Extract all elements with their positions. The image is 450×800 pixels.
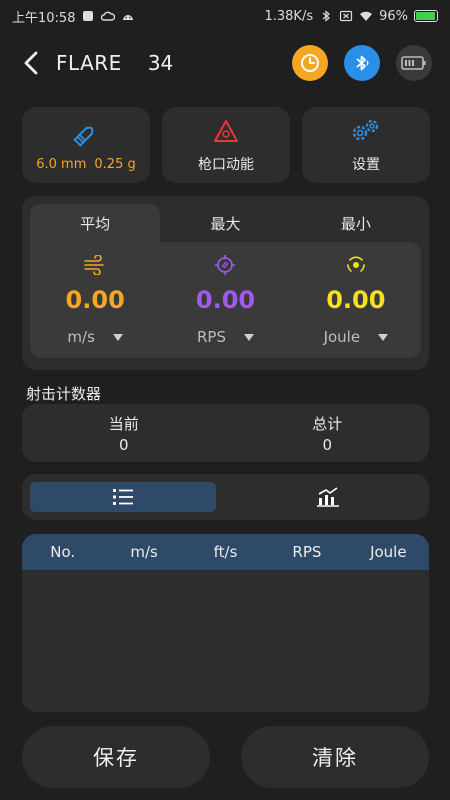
col-rps: RPS <box>292 543 322 561</box>
dropdown-arrow-icon <box>378 333 389 341</box>
app-header: FLARE 34 <box>0 32 450 94</box>
stat-energy: 0.00 Joule <box>291 242 421 358</box>
android-icon <box>123 15 134 20</box>
status-bar: 上午10:58 1.38K/s 96% <box>0 0 450 32</box>
list-icon <box>113 489 133 505</box>
weight-value: 0.25 g <box>94 156 136 172</box>
notification-icon <box>83 11 94 21</box>
velocity-value: 0.00 <box>65 286 125 314</box>
status-time: 上午10:58 <box>12 10 76 26</box>
spin-icon <box>215 255 236 275</box>
dropdown-arrow-icon <box>112 333 123 341</box>
rps-unit-select[interactable]: RPS <box>197 328 254 346</box>
impact-icon <box>347 256 365 272</box>
wifi-icon <box>360 11 373 21</box>
network-speed: 1.38K/s <box>264 8 314 24</box>
wind-icon <box>84 255 104 275</box>
table-header: No. m/s ft/s RPS Joule <box>22 534 429 570</box>
col-no: No. <box>50 543 76 561</box>
bluetooth-icon <box>356 55 369 71</box>
warning-icon <box>214 120 238 142</box>
stats-panel: 平均 最大 最小 0.00 m/s 0.00 RPS 0.00 Joule <box>22 196 429 370</box>
total-value: 0 <box>322 435 333 454</box>
col-fts: ft/s <box>213 543 238 561</box>
muzzle-energy-tile[interactable]: 枪口动能 <box>162 107 290 183</box>
bar-chart-icon <box>317 487 339 507</box>
stat-rps: 0.00 RPS <box>160 242 290 358</box>
velocity-unit-select[interactable]: m/s <box>67 328 123 346</box>
energy-unit-select[interactable]: Joule <box>324 328 389 346</box>
device-name: FLARE <box>56 51 122 75</box>
tab-average[interactable]: 平均 <box>30 204 161 242</box>
energy-value: 0.00 <box>326 286 386 314</box>
device-battery-button[interactable] <box>396 45 432 81</box>
caliber-value: 6.0 mm <box>36 156 87 172</box>
sim-icon <box>339 10 353 22</box>
settings-label: 设置 <box>352 157 380 173</box>
battery-status-icon <box>414 10 438 22</box>
bluetooth-status-icon <box>322 10 331 22</box>
rps-unit: RPS <box>196 328 226 346</box>
gear-icon <box>352 119 379 141</box>
back-icon[interactable] <box>18 50 44 76</box>
bullet-icon <box>73 126 94 147</box>
clock-icon <box>301 54 319 72</box>
current-value: 0 <box>118 435 129 454</box>
cloud-icon <box>101 11 116 21</box>
shot-counter-panel: 当前 0 总计 0 <box>22 404 429 462</box>
list-view-button[interactable] <box>30 482 216 512</box>
energy-unit: Joule <box>323 328 361 346</box>
dropdown-arrow-icon <box>243 333 254 341</box>
tab-min[interactable]: 最小 <box>291 204 421 242</box>
tab-max[interactable]: 最大 <box>160 204 290 242</box>
clear-button[interactable]: 清除 <box>241 726 429 788</box>
save-button[interactable]: 保存 <box>22 726 210 788</box>
battery-percent: 96% <box>379 8 408 24</box>
settings-tile[interactable]: 设置 <box>302 107 430 183</box>
stat-velocity: 0.00 m/s <box>30 242 160 358</box>
view-toggle <box>22 474 429 520</box>
muzzle-energy-label: 枪口动能 <box>198 157 254 173</box>
col-ms: m/s <box>130 543 158 561</box>
battery-icon <box>401 56 426 70</box>
total-label: 总计 <box>312 414 343 433</box>
projectile-tile[interactable]: 6.0 mm 0.25 g <box>22 107 150 183</box>
bluetooth-button[interactable] <box>344 45 380 81</box>
shot-counter-title: 射击计数器 <box>26 385 102 403</box>
shot-table: No. m/s ft/s RPS Joule <box>22 534 429 712</box>
history-button[interactable] <box>292 45 328 81</box>
velocity-unit: m/s <box>67 328 95 346</box>
device-number: 34 <box>147 51 174 75</box>
col-joule: Joule <box>370 543 407 561</box>
rps-value: 0.00 <box>195 286 256 314</box>
chart-view-button[interactable] <box>235 482 421 512</box>
current-label: 当前 <box>108 414 139 433</box>
